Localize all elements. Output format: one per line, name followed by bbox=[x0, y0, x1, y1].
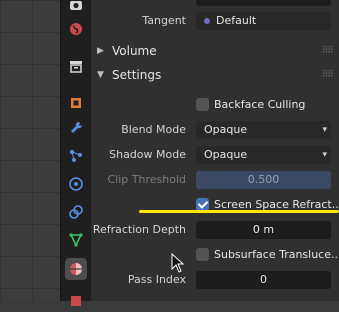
world-tab[interactable] bbox=[65, 18, 87, 40]
physics-icon bbox=[69, 177, 83, 191]
shadow-mode-row: Shadow Mode Opaque ▾ bbox=[91, 144, 339, 166]
pass-index-field[interactable]: 0 bbox=[196, 271, 331, 289]
texture-icon bbox=[71, 296, 81, 306]
settings-section-title: Settings bbox=[112, 68, 162, 82]
material-icon bbox=[70, 263, 82, 275]
properties-tab-bar bbox=[60, 0, 91, 306]
refraction-depth-label: Refraction Depth bbox=[92, 223, 186, 236]
particles-tab[interactable] bbox=[65, 145, 87, 167]
drag-handle-icon[interactable]: ⠿⠿ bbox=[322, 64, 334, 86]
blend-mode-dropdown[interactable]: Opaque ▾ bbox=[196, 121, 331, 139]
render-tab[interactable] bbox=[65, 0, 87, 16]
constraints-tab[interactable] bbox=[65, 201, 87, 223]
material-tab[interactable] bbox=[65, 258, 87, 280]
previous-field[interactable] bbox=[196, 0, 331, 6]
world-icon bbox=[70, 23, 82, 35]
particles-icon bbox=[70, 150, 82, 162]
volume-section-header[interactable]: ▶ Volume ⠿⠿ bbox=[91, 40, 339, 62]
tangent-label: Tangent bbox=[142, 14, 186, 27]
pass-index-value: 0 bbox=[260, 273, 267, 286]
subsurface-translucency-checkbox[interactable] bbox=[196, 248, 209, 261]
object-icon bbox=[71, 98, 81, 108]
refraction-depth-field[interactable]: 0 m bbox=[196, 221, 331, 239]
shadow-mode-dropdown[interactable]: Opaque ▾ bbox=[196, 146, 331, 164]
mouse-cursor-icon bbox=[171, 253, 185, 273]
tangent-value: Default bbox=[216, 14, 257, 27]
chevron-down-icon: ▾ bbox=[322, 150, 327, 160]
object-tab[interactable] bbox=[65, 92, 87, 114]
chevron-down-icon: ▾ bbox=[322, 125, 327, 135]
chevron-right-icon: ▶ bbox=[97, 46, 104, 56]
volume-section-title: Volume bbox=[112, 44, 157, 58]
clip-threshold-value: 0.500 bbox=[247, 173, 280, 186]
mesh-data-icon bbox=[69, 233, 83, 247]
texture-tab[interactable] bbox=[65, 290, 87, 312]
settings-section-header[interactable]: ▼ Settings ⠿⠿ bbox=[91, 64, 339, 86]
subsurface-translucency-label: Subsurface Transluce... bbox=[214, 248, 339, 261]
backface-culling-label: Backface Culling bbox=[214, 98, 306, 111]
shadow-mode-label: Shadow Mode bbox=[109, 148, 186, 161]
wrench-icon bbox=[71, 121, 83, 133]
material-properties-panel: Tangent Default ▶ Volume ⠿⠿ ▼ Settings ⠿… bbox=[91, 0, 339, 301]
pass-index-row: Pass Index 0 bbox=[91, 269, 339, 291]
modifier-tab[interactable] bbox=[65, 117, 87, 139]
3d-viewport[interactable] bbox=[0, 0, 60, 301]
clip-threshold-label: Clip Threshold bbox=[107, 173, 186, 186]
blend-mode-value: Opaque bbox=[204, 123, 248, 136]
physics-tab[interactable] bbox=[65, 173, 87, 195]
shadow-mode-value: Opaque bbox=[204, 148, 248, 161]
clip-threshold-slider[interactable]: 0.500 bbox=[196, 171, 331, 189]
tangent-row: Tangent Default bbox=[91, 10, 339, 32]
blend-mode-label: Blend Mode bbox=[121, 123, 186, 136]
refraction-depth-row: Refraction Depth 0 m bbox=[91, 219, 339, 241]
backface-culling-checkbox[interactable] bbox=[196, 98, 209, 111]
collection-tab[interactable] bbox=[65, 55, 87, 77]
tangent-field[interactable]: Default bbox=[196, 12, 331, 30]
highlight-underline bbox=[139, 210, 339, 213]
chevron-down-icon: ▼ bbox=[97, 70, 104, 80]
refraction-depth-value: 0 m bbox=[252, 223, 275, 236]
camera-icon bbox=[70, 1, 82, 10]
drag-handle-icon[interactable]: ⠿⠿ bbox=[322, 40, 334, 62]
blend-mode-row: Blend Mode Opaque ▾ bbox=[91, 119, 339, 141]
collection-icon bbox=[70, 61, 82, 73]
constraint-icon bbox=[69, 205, 83, 219]
clip-threshold-row: Clip Threshold 0.500 bbox=[91, 169, 339, 191]
data-tab[interactable] bbox=[65, 229, 87, 251]
uv-dot-icon bbox=[204, 18, 210, 24]
